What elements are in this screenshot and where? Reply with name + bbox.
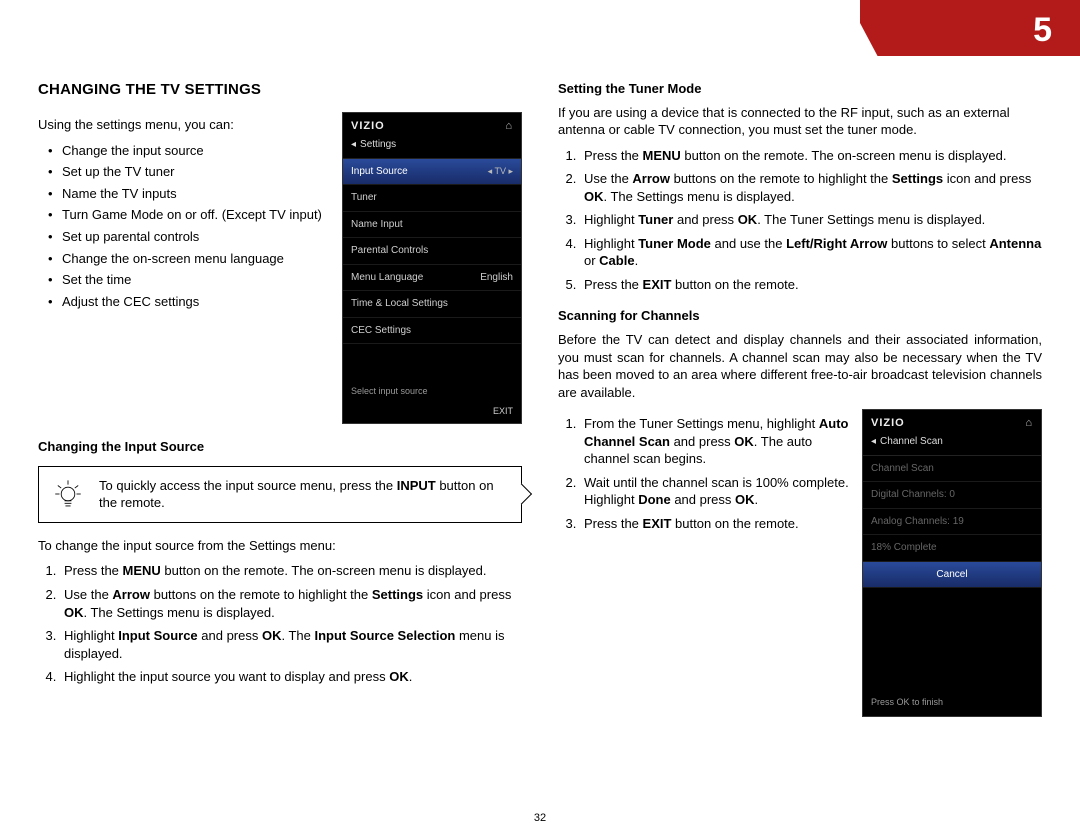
step-item: Highlight Input Source and press OK. The… [60,627,522,662]
list-item: Set the time [52,271,328,289]
menu-row: Analog Channels: 19 [863,509,1041,536]
chapter-tab: 5 [860,0,1080,56]
paragraph: Before the TV can detect and display cha… [558,331,1042,401]
list-item: Name the TV inputs [52,185,328,203]
list-item: Change the on-screen menu language [52,250,328,268]
menu-row: 18% Complete [863,535,1041,562]
page-number: 32 [534,811,546,826]
left-column: CHANGING THE TV SETTINGS Using the setti… [38,80,522,806]
channel-scan-screenshot: VIZIO ⌂ ◂ Channel Scan Channel Scan Digi… [862,409,1042,717]
step-item: Press the MENU button on the remote. The… [60,562,522,580]
home-icon: ⌂ [1025,416,1033,431]
list-item: Set up parental controls [52,228,328,246]
section-title: CHANGING THE TV SETTINGS [38,80,522,100]
lightbulb-icon [51,475,85,513]
settings-menu-screenshot: VIZIO ⌂ ◂ Settings Input Source ◂ TV ▸ T… [342,112,522,424]
menu-row: Channel Scan [863,456,1041,483]
step-item: Use the Arrow buttons on the remote to h… [580,170,1042,205]
paragraph: If you are using a device that is connec… [558,104,1042,139]
right-column: Setting the Tuner Mode If you are using … [558,80,1042,806]
back-icon: ◂ [871,435,876,449]
step-item: Highlight Tuner and press OK. The Tuner … [580,211,1042,229]
crumb-label: Channel Scan [880,435,943,449]
paragraph: To change the input source from the Sett… [38,537,522,555]
page-content: CHANGING THE TV SETTINGS Using the setti… [38,80,1042,806]
step-item: Press the EXIT button on the remote. [580,276,1042,294]
list-item: Change the input source [52,142,328,160]
menu-row-input-source: Input Source ◂ TV ▸ [343,159,521,186]
steps-list: Press the MENU button on the remote. The… [558,147,1042,294]
chapter-number: 5 [1033,8,1052,54]
crumb-label: Settings [360,138,396,152]
list-item: Turn Game Mode on or off. (Except TV inp… [52,206,328,224]
cancel-button: Cancel [863,562,1041,589]
back-icon: ◂ [351,138,356,152]
home-icon: ⌂ [505,119,513,134]
subheading: Changing the Input Source [38,438,522,456]
menu-row: CEC Settings [343,318,521,345]
subheading: Scanning for Channels [558,307,1042,325]
step-item: Highlight Tuner Mode and use the Left/Ri… [580,235,1042,270]
subheading: Setting the Tuner Mode [558,80,1042,98]
step-item: Highlight the input source you want to d… [60,668,522,686]
menu-row: Digital Channels: 0 [863,482,1041,509]
exit-label: EXIT [493,405,513,417]
hint-text: Press OK to finish [871,696,943,708]
tip-callout: To quickly access the input source menu,… [38,466,522,523]
step-item: Press the MENU button on the remote. The… [580,147,1042,165]
menu-row: Name Input [343,212,521,239]
brand-label: VIZIO [351,119,385,134]
list-item: Adjust the CEC settings [52,293,328,311]
step-item: Use the Arrow buttons on the remote to h… [60,586,522,621]
capability-list: Change the input source Set up the TV tu… [38,142,328,310]
menu-row: Time & Local Settings [343,291,521,318]
tip-text: To quickly access the input source menu,… [99,478,494,511]
intro-text: Using the settings menu, you can: [38,116,328,134]
menu-row: Menu Language English [343,265,521,292]
list-item: Set up the TV tuner [52,163,328,181]
menu-row: Tuner [343,185,521,212]
steps-list: Press the MENU button on the remote. The… [38,562,522,685]
menu-row: Parental Controls [343,238,521,265]
hint-text: Select input source [351,385,428,397]
brand-label: VIZIO [871,416,905,431]
